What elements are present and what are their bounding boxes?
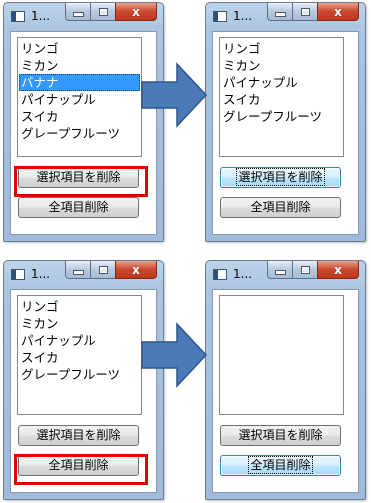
delete-selected-button[interactable]: 選択項目を削除 <box>18 167 139 188</box>
right-arrow-icon <box>141 62 208 128</box>
fruit-listbox[interactable]: リンゴ ミカン パイナップル スイカ グレープフルーツ <box>17 295 142 415</box>
minimize-button[interactable] <box>65 3 90 21</box>
minimize-button[interactable] <box>65 261 90 279</box>
maximize-button[interactable] <box>292 261 317 279</box>
list-item[interactable]: パイナップル <box>221 74 342 91</box>
delete-selected-button[interactable]: 選択項目を削除 <box>220 425 341 446</box>
minimize-button[interactable] <box>267 261 292 279</box>
list-item[interactable]: リンゴ <box>19 40 140 57</box>
minimize-icon <box>274 270 286 275</box>
list-item[interactable]: ミカン <box>19 315 140 332</box>
delete-all-label: 全項目削除 <box>250 200 311 214</box>
window-title: 1... <box>233 9 253 23</box>
list-item[interactable]: バナナ <box>19 74 140 91</box>
close-button[interactable]: x <box>115 261 157 279</box>
right-arrow-icon <box>141 322 208 388</box>
list-item[interactable]: スイカ <box>221 91 342 108</box>
delete-selected-label: 選択項目を削除 <box>36 428 121 442</box>
window-after-delete-selected: 1... x リンゴ ミカン パイナップル スイカ グレープフルーツ 選択項目を削除 全… <box>205 2 366 242</box>
client-area: リンゴ ミカン バナナ パイナップル スイカ グレープフルーツ 選択項目を削除 全項目削除 <box>10 31 157 235</box>
list-item[interactable]: リンゴ <box>221 40 342 57</box>
close-icon: x <box>334 4 342 19</box>
caption-buttons: x <box>65 261 157 280</box>
delete-all-button[interactable]: 全項目削除 <box>18 197 139 218</box>
minimize-icon <box>72 12 84 17</box>
delete-all-button[interactable]: 全項目削除 <box>220 455 341 476</box>
list-item[interactable]: グレープフルーツ <box>221 108 342 125</box>
delete-all-button[interactable]: 全項目削除 <box>220 197 341 218</box>
delete-all-label: 全項目削除 <box>48 200 109 214</box>
maximize-icon <box>98 265 108 274</box>
window-title: 1... <box>233 267 253 281</box>
title-bar[interactable]: 1... x <box>4 261 163 289</box>
title-bar[interactable]: 1... x <box>206 3 365 31</box>
close-button[interactable]: x <box>115 3 157 21</box>
list-item[interactable]: グレープフルーツ <box>19 125 140 142</box>
maximize-button[interactable] <box>90 3 115 21</box>
delete-selected-label: 選択項目を削除 <box>238 428 323 442</box>
minimize-icon <box>72 270 84 275</box>
list-item[interactable]: スイカ <box>19 349 140 366</box>
minimize-icon <box>274 12 286 17</box>
close-icon: x <box>132 262 140 277</box>
caption-buttons: x <box>65 3 157 22</box>
app-icon <box>11 269 25 280</box>
list-item[interactable]: パイナップル <box>19 91 140 108</box>
maximize-button[interactable] <box>292 3 317 21</box>
minimize-button[interactable] <box>267 3 292 21</box>
list-item[interactable]: スイカ <box>19 108 140 125</box>
caption-buttons: x <box>267 261 359 280</box>
list-item[interactable]: リンゴ <box>19 298 140 315</box>
fruit-listbox[interactable]: リンゴ ミカン パイナップル スイカ グレープフルーツ <box>219 37 344 157</box>
list-item[interactable]: ミカン <box>19 57 140 74</box>
tutorial-figure: 1... x リンゴ ミカン バナナ パイナップル スイカ グレープフルーツ 選択項目を削… <box>0 0 371 503</box>
app-icon <box>11 11 25 22</box>
app-icon <box>213 269 227 280</box>
client-area: 選択項目を削除 全項目削除 <box>212 289 359 493</box>
maximize-icon <box>300 265 310 274</box>
maximize-icon <box>98 7 108 16</box>
close-icon: x <box>132 4 140 19</box>
delete-selected-label: 選択項目を削除 <box>236 168 325 186</box>
delete-selected-button[interactable]: 選択項目を削除 <box>18 425 139 446</box>
delete-all-button[interactable]: 全項目削除 <box>18 455 139 476</box>
title-bar[interactable]: 1... x <box>206 261 365 289</box>
delete-selected-label: 選択項目を削除 <box>36 170 121 184</box>
window-after-delete-all: 1... x 選択項目を削除 全項目削除 <box>205 260 366 500</box>
fruit-listbox[interactable] <box>219 295 344 415</box>
window-title: 1... <box>31 9 51 23</box>
window-title: 1... <box>31 267 51 281</box>
app-icon <box>213 11 227 22</box>
close-icon: x <box>334 262 342 277</box>
maximize-button[interactable] <box>90 261 115 279</box>
delete-all-label: 全項目削除 <box>48 458 109 472</box>
close-button[interactable]: x <box>317 261 359 279</box>
fruit-listbox[interactable]: リンゴ ミカン バナナ パイナップル スイカ グレープフルーツ <box>17 37 142 157</box>
delete-all-label: 全項目削除 <box>248 456 313 474</box>
maximize-icon <box>300 7 310 16</box>
close-button[interactable]: x <box>317 3 359 21</box>
list-item[interactable]: パイナップル <box>19 332 140 349</box>
list-item[interactable]: グレープフルーツ <box>19 366 140 383</box>
caption-buttons: x <box>267 3 359 22</box>
client-area: リンゴ ミカン パイナップル スイカ グレープフルーツ 選択項目を削除 全項目削除 <box>212 31 359 235</box>
list-item[interactable]: ミカン <box>221 57 342 74</box>
client-area: リンゴ ミカン パイナップル スイカ グレープフルーツ 選択項目を削除 全項目削除 <box>10 289 157 493</box>
title-bar[interactable]: 1... x <box>4 3 163 31</box>
delete-selected-button[interactable]: 選択項目を削除 <box>220 167 341 188</box>
